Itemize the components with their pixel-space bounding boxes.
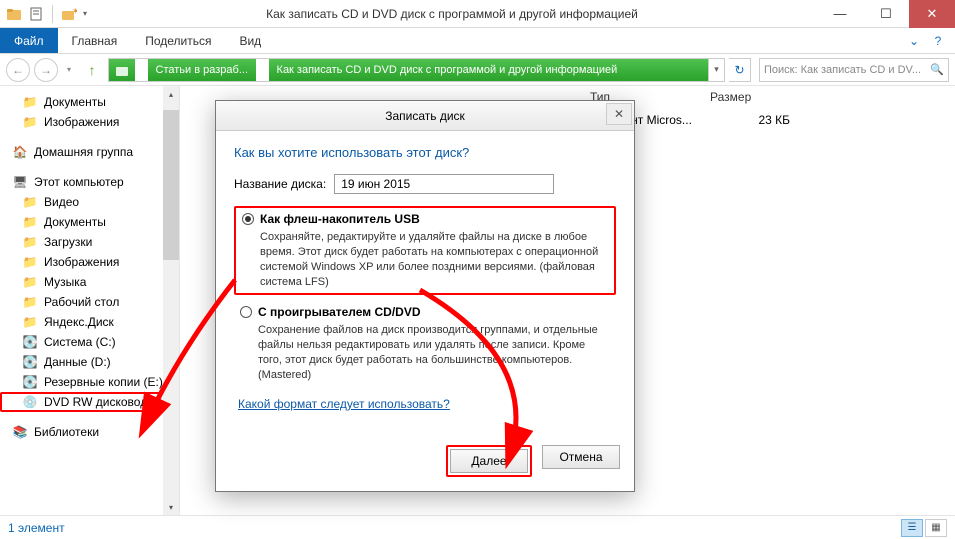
view-details-button[interactable]: ☰ bbox=[901, 519, 923, 537]
dialog-close-button[interactable]: ✕ bbox=[606, 103, 632, 125]
nav-tree: 📁Документы 📁Изображения 🏠Домашняя группа… bbox=[0, 86, 180, 515]
properties-icon[interactable] bbox=[28, 6, 44, 22]
file-size: 23 КБ bbox=[710, 113, 790, 127]
option-cddvd-title: С проигрывателем CD/DVD bbox=[258, 305, 421, 319]
disc-name-input[interactable] bbox=[334, 174, 554, 194]
scroll-down-icon[interactable]: ▾ bbox=[163, 499, 179, 515]
tree-scrollbar[interactable]: ▴ ▾ bbox=[163, 86, 179, 515]
nav-up-button[interactable]: ↑ bbox=[80, 58, 104, 82]
burn-disc-dialog: Записать диск ✕ Как вы хотите использова… bbox=[215, 100, 635, 492]
next-button-highlight: Далее bbox=[446, 445, 532, 477]
dialog-title: Записать диск bbox=[385, 109, 465, 123]
ribbon: Файл Главная Поделиться Вид ⌄ ? bbox=[0, 28, 955, 54]
tree-downloads[interactable]: 📁Загрузки bbox=[0, 232, 179, 252]
nav-back-button[interactable]: ← bbox=[6, 58, 30, 82]
nav-forward-button[interactable]: → bbox=[34, 58, 58, 82]
ribbon-tab-share[interactable]: Поделиться bbox=[131, 28, 225, 53]
next-button[interactable]: Далее bbox=[450, 449, 528, 473]
folder-icon bbox=[6, 6, 22, 22]
tree-documents[interactable]: 📁Документы bbox=[0, 92, 179, 112]
chevron-right-icon[interactable]: ▸ bbox=[135, 64, 148, 75]
search-placeholder: Поиск: Как записать CD и DV... bbox=[764, 64, 921, 76]
ribbon-tab-view[interactable]: Вид bbox=[225, 28, 275, 53]
svg-text:✶: ✶ bbox=[72, 6, 77, 16]
view-icons-button[interactable]: ▦ bbox=[925, 519, 947, 537]
tree-documents-2[interactable]: 📁Документы bbox=[0, 212, 179, 232]
col-size[interactable]: Размер bbox=[710, 90, 790, 104]
nav-history-dropdown[interactable]: ▾ bbox=[62, 58, 76, 82]
ribbon-tab-home[interactable]: Главная bbox=[58, 28, 132, 53]
status-count: 1 элемент bbox=[8, 521, 65, 535]
tree-music[interactable]: 📁Музыка bbox=[0, 272, 179, 292]
scroll-up-icon[interactable]: ▴ bbox=[163, 86, 179, 102]
close-button[interactable]: ✕ bbox=[909, 0, 955, 28]
ribbon-tab-file[interactable]: Файл bbox=[0, 28, 58, 53]
radio-usb[interactable] bbox=[242, 213, 254, 225]
new-folder-icon[interactable]: ✶ bbox=[61, 6, 77, 22]
option-cddvd[interactable]: С проигрывателем CD/DVD Сохранение файло… bbox=[234, 301, 616, 386]
address-bar[interactable]: ▸ Статьи в разраб... ▸ Как записать CD и… bbox=[108, 58, 725, 82]
window-title: Как записать CD и DVD диск с программой … bbox=[87, 7, 817, 21]
help-link[interactable]: Какой формат следует использовать? bbox=[238, 397, 450, 411]
navbar: ← → ▾ ↑ ▸ Статьи в разраб... ▸ Как запис… bbox=[0, 54, 955, 86]
option-usb[interactable]: Как флеш-накопитель USB Сохраняйте, реда… bbox=[234, 206, 616, 295]
maximize-button[interactable]: ☐ bbox=[863, 0, 909, 28]
tree-libraries[interactable]: 📚Библиотеки bbox=[0, 422, 179, 442]
help-icon[interactable]: ? bbox=[927, 30, 949, 52]
search-input[interactable]: Поиск: Как записать CD и DV... 🔍 bbox=[759, 58, 949, 82]
address-dropdown-icon[interactable]: ▾ bbox=[708, 59, 724, 81]
tree-dvd-drive[interactable]: 💿DVD RW дисковод (F:) bbox=[0, 392, 179, 412]
minimize-button[interactable]: — bbox=[817, 0, 863, 28]
chevron-right-icon[interactable]: ▸ bbox=[256, 64, 269, 75]
cancel-button[interactable]: Отмена bbox=[542, 445, 620, 469]
titlebar: ✶ ▾ Как записать CD и DVD диск с програм… bbox=[0, 0, 955, 28]
tree-drive-c[interactable]: 💽Система (C:) bbox=[0, 332, 179, 352]
tree-this-pc[interactable]: 🖥Этот компьютер bbox=[0, 172, 179, 192]
status-bar: 1 элемент ☰ ▦ bbox=[0, 515, 955, 539]
quick-access-toolbar: ✶ ▾ bbox=[0, 5, 87, 23]
window-buttons: — ☐ ✕ bbox=[817, 0, 955, 28]
tree-yandex-disk[interactable]: 📁Яндекс.Диск bbox=[0, 312, 179, 332]
tree-drive-d[interactable]: 💽Данные (D:) bbox=[0, 352, 179, 372]
dialog-titlebar: Записать диск ✕ bbox=[216, 101, 634, 131]
tree-pictures[interactable]: 📁Изображения bbox=[0, 112, 179, 132]
option-usb-title: Как флеш-накопитель USB bbox=[260, 212, 420, 226]
ribbon-expand-icon[interactable]: ⌄ bbox=[903, 30, 925, 52]
ribbon-right: ⌄ ? bbox=[903, 28, 955, 53]
tree-pictures-2[interactable]: 📁Изображения bbox=[0, 252, 179, 272]
address-folder-icon bbox=[109, 59, 135, 81]
refresh-button[interactable]: ↻ bbox=[729, 58, 751, 82]
tree-homegroup[interactable]: 🏠Домашняя группа bbox=[0, 142, 179, 162]
option-cddvd-desc: Сохранение файлов на диск производится г… bbox=[258, 323, 610, 382]
breadcrumb-1[interactable]: Статьи в разраб... bbox=[148, 59, 256, 81]
option-usb-desc: Сохраняйте, редактируйте и удаляйте файл… bbox=[260, 230, 608, 289]
tree-desktop[interactable]: 📁Рабочий стол bbox=[0, 292, 179, 312]
search-icon: 🔍 bbox=[930, 63, 944, 76]
tree-video[interactable]: 📁Видео bbox=[0, 192, 179, 212]
tree-drive-e[interactable]: 💽Резервные копии (E:) bbox=[0, 372, 179, 392]
disc-name-label: Название диска: bbox=[234, 177, 326, 191]
radio-cddvd[interactable] bbox=[240, 306, 252, 318]
dialog-heading: Как вы хотите использовать этот диск? bbox=[234, 145, 616, 160]
scroll-thumb[interactable] bbox=[163, 110, 179, 260]
breadcrumb-2[interactable]: Как записать CD и DVD диск с программой … bbox=[269, 59, 708, 81]
